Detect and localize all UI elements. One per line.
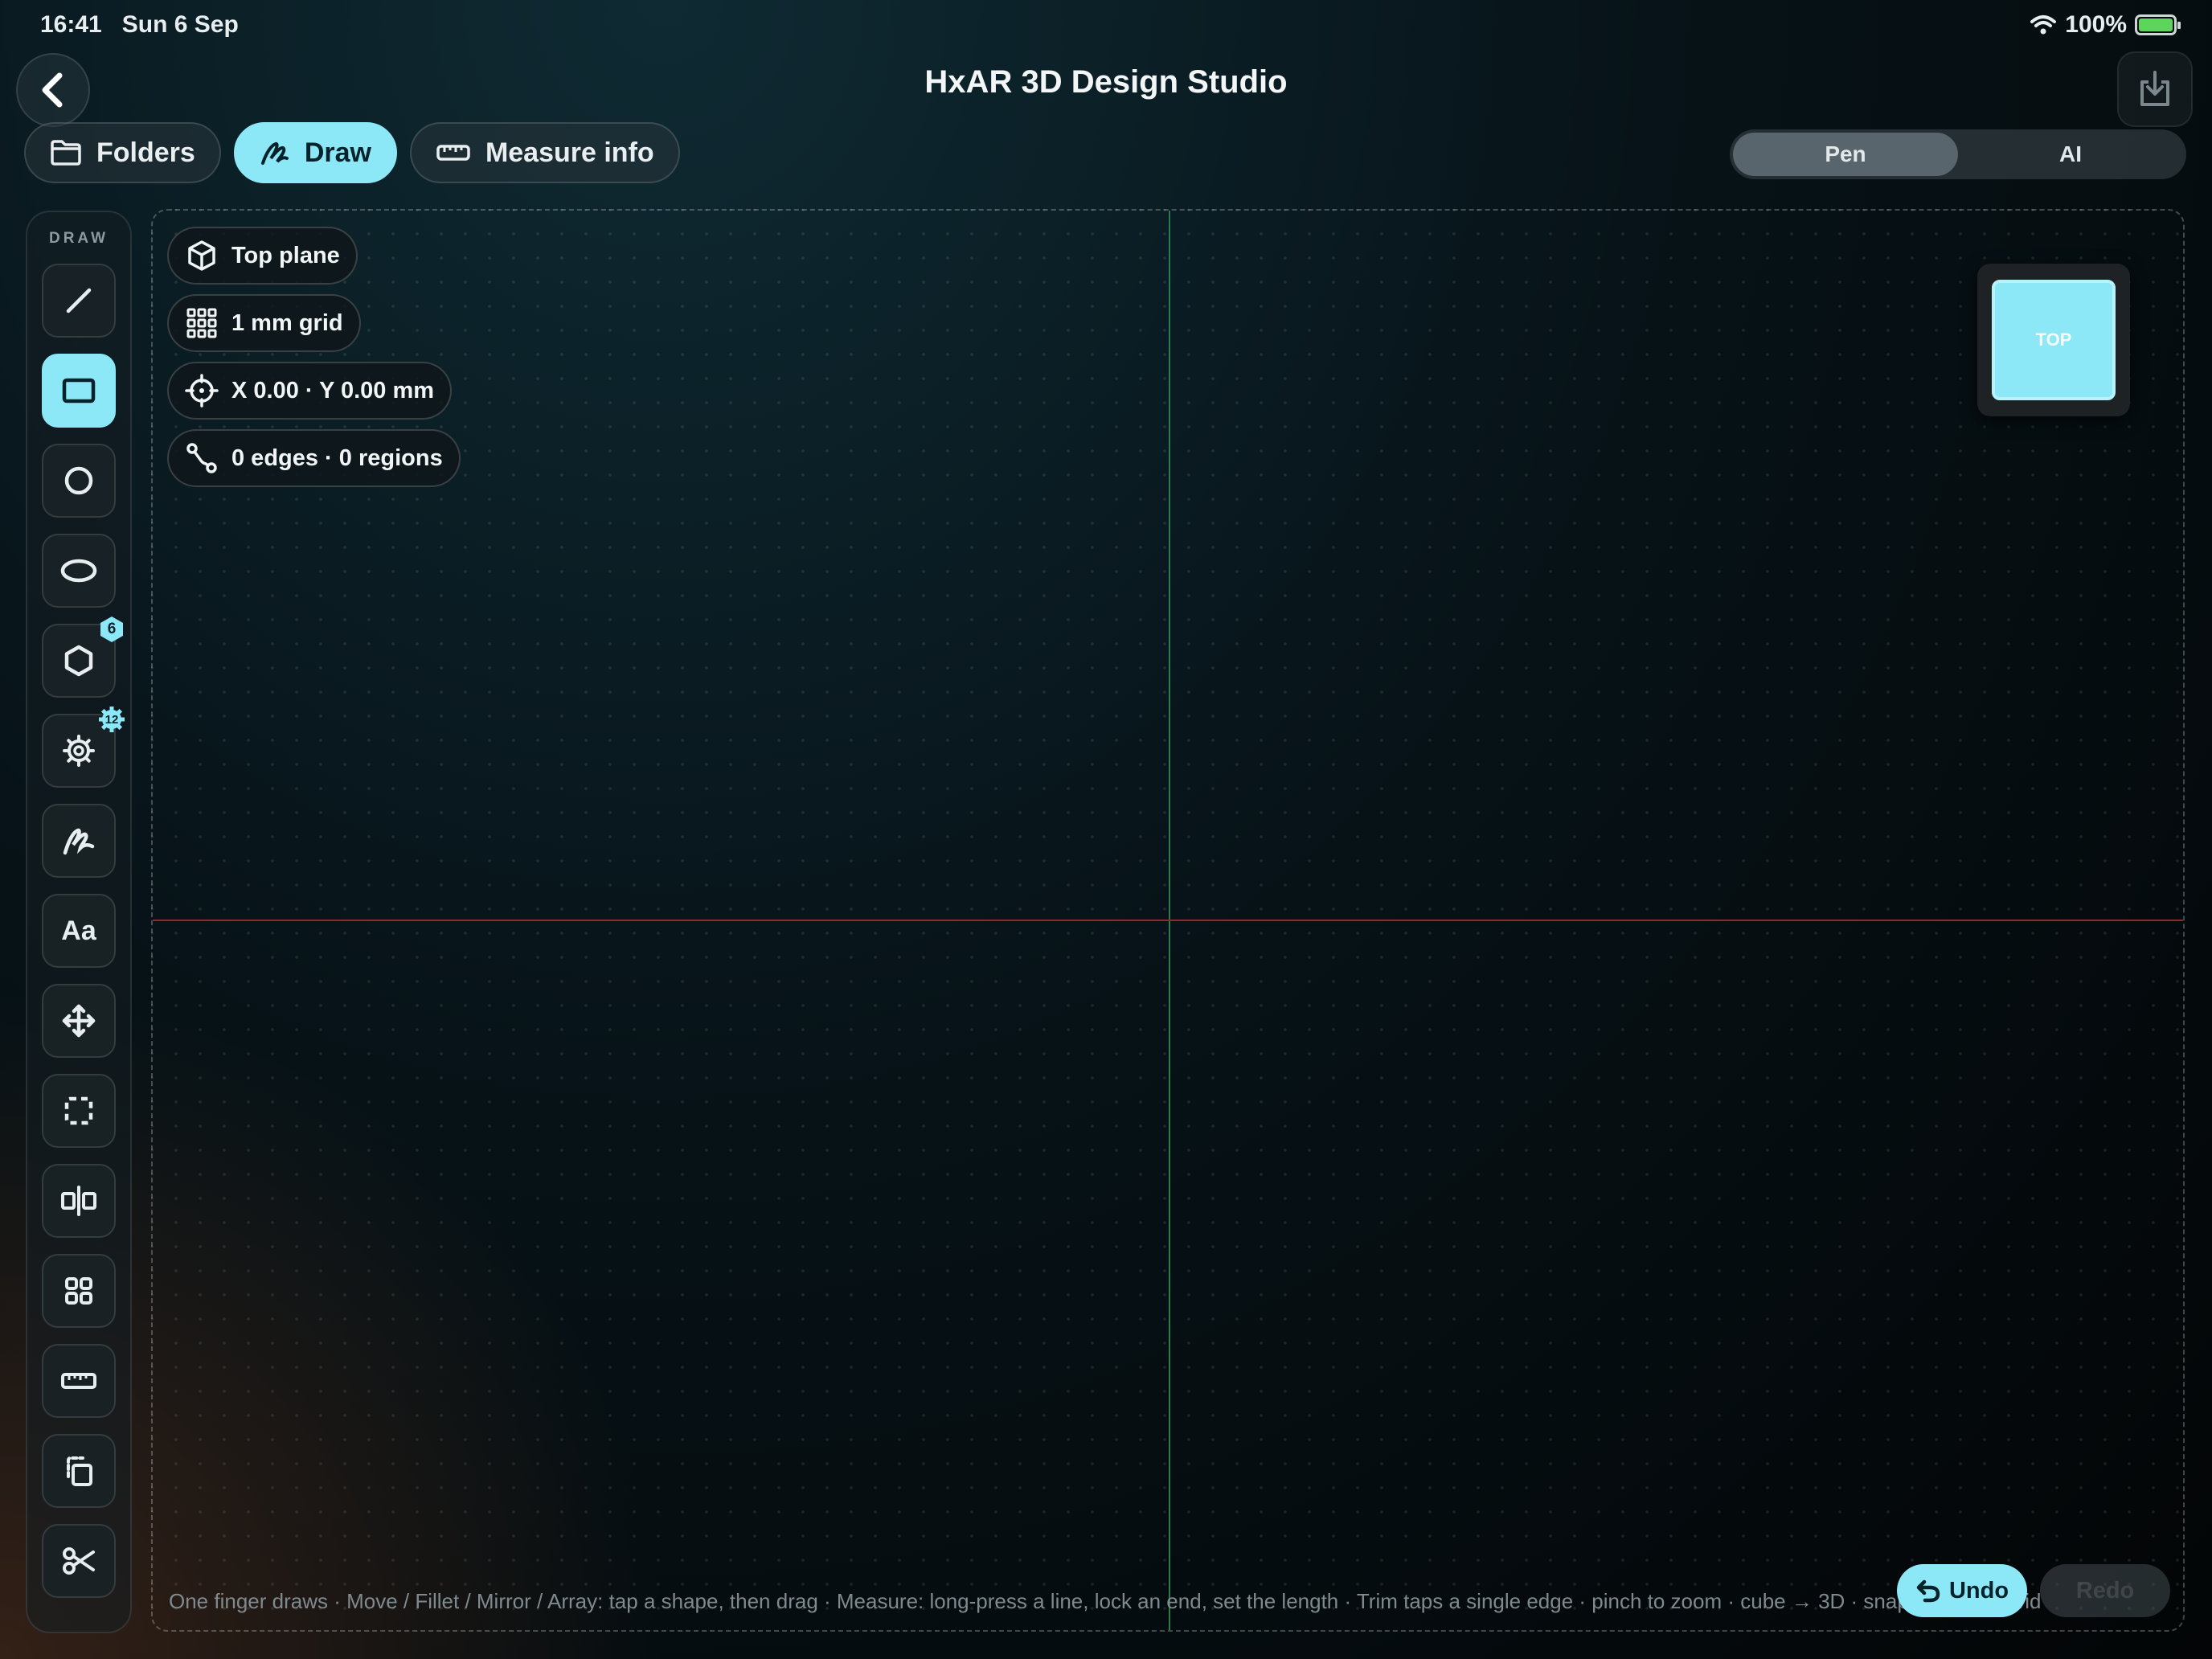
rectangle-tool[interactable]: [42, 354, 116, 428]
plane-indicator[interactable]: Top plane: [167, 227, 358, 285]
view-cube-top-face[interactable]: TOP: [1992, 280, 2116, 400]
gear-teeth-value: 12: [104, 712, 119, 727]
grid-indicator[interactable]: 1 mm grid: [167, 294, 361, 352]
draw-toolbar: DRAW 6 12 Aa: [26, 211, 132, 1633]
x-axis-line: [153, 920, 2183, 921]
text-icon: Aa: [61, 915, 96, 946]
rectangle-icon: [62, 378, 96, 403]
trim-tool[interactable]: [42, 1524, 116, 1598]
tab-measure-info[interactable]: Measure info: [409, 122, 680, 183]
plane-label: Top plane: [231, 242, 340, 268]
ruler-icon: [436, 145, 470, 161]
battery-percent: 100%: [2065, 11, 2127, 38]
status-time-date: 16:41 Sun 6 Sep: [40, 11, 239, 39]
mode-tabs: Folders Draw Measure info: [24, 122, 680, 183]
input-mode-toggle: Pen AI: [1730, 129, 2186, 179]
scribble-icon: [63, 828, 95, 855]
battery-icon: [2135, 14, 2181, 35]
polygon-sides-badge: 6: [98, 616, 125, 643]
tab-draw[interactable]: Draw: [233, 122, 397, 183]
tab-draw-label: Draw: [304, 137, 371, 168]
undo-icon: [1916, 1579, 1940, 1603]
scissors-icon: [63, 1547, 95, 1575]
view-cube[interactable]: TOP: [1977, 264, 2130, 416]
geometry-counts: 0 edges · 0 regions: [167, 429, 461, 487]
cube-icon: [188, 240, 215, 271]
gear-tool[interactable]: 12: [42, 707, 125, 788]
coordinates-label: X 0.00 · Y 0.00 mm: [231, 377, 435, 403]
ellipse-icon: [60, 559, 97, 583]
measure-tool[interactable]: [42, 1344, 116, 1418]
grid-icon: [65, 1277, 92, 1305]
line-icon: [66, 288, 92, 313]
polygon-sides-value: 6: [107, 621, 117, 637]
ellipse-tool[interactable]: [42, 534, 116, 608]
counts-label: 0 edges · 0 regions: [231, 444, 443, 471]
draw-icon: [260, 142, 289, 165]
copy-icon: [67, 1456, 92, 1486]
circle-icon: [64, 466, 93, 495]
page-title: HxAR 3D Design Studio: [924, 64, 1288, 100]
status-time: 16:41: [40, 11, 102, 38]
text-tool[interactable]: Aa: [42, 894, 116, 968]
undo-label: Undo: [1948, 1577, 2009, 1604]
undo-button[interactable]: Undo: [1897, 1564, 2027, 1617]
download-icon: [2140, 71, 2169, 106]
select-icon: [64, 1096, 93, 1125]
move-icon: [62, 1004, 96, 1038]
grid-dots-icon: [186, 308, 217, 338]
mirror-icon: [61, 1186, 96, 1216]
grid-label: 1 mm grid: [231, 309, 343, 336]
export-button[interactable]: [2117, 51, 2193, 127]
hexagon-icon: [64, 645, 93, 677]
status-date: Sun 6 Sep: [121, 11, 239, 38]
usage-hint: One finger draws · Move / Fillet / Mirro…: [169, 1589, 2042, 1613]
toolbar-label: DRAW: [48, 230, 109, 247]
wifi-icon: [2030, 15, 2057, 35]
tab-measure-info-label: Measure info: [485, 137, 654, 168]
copy-tool[interactable]: [42, 1434, 116, 1508]
array-tool[interactable]: [42, 1254, 116, 1328]
redo-label: Redo: [2075, 1577, 2135, 1604]
folder-icon: [51, 140, 81, 166]
gear-teeth-badge: 12: [98, 706, 125, 733]
polygon-tool[interactable]: 6: [42, 616, 123, 698]
path-icon: [186, 443, 217, 473]
circle-tool[interactable]: [42, 444, 116, 518]
coordinates-readout: X 0.00 · Y 0.00 mm: [167, 362, 453, 420]
sketch-canvas[interactable]: Top plane 1 mm grid X 0.00 · Y 0.00 mm 0…: [151, 209, 2185, 1632]
mode-ai-option[interactable]: AI: [1958, 133, 2183, 176]
move-tool[interactable]: [42, 984, 116, 1058]
tab-folders-label: Folders: [96, 137, 195, 168]
redo-button[interactable]: Redo: [2040, 1564, 2170, 1617]
select-tool[interactable]: [42, 1074, 116, 1148]
ruler-icon: [61, 1373, 96, 1389]
line-tool[interactable]: [42, 264, 116, 338]
mode-pen-option[interactable]: Pen: [1733, 133, 1958, 176]
mirror-tool[interactable]: [42, 1164, 116, 1238]
gear-icon: [63, 735, 95, 767]
crosshair-icon: [185, 374, 219, 408]
freehand-tool[interactable]: [42, 804, 116, 878]
status-indicators: 100%: [2030, 11, 2181, 39]
tab-folders[interactable]: Folders: [24, 122, 221, 183]
